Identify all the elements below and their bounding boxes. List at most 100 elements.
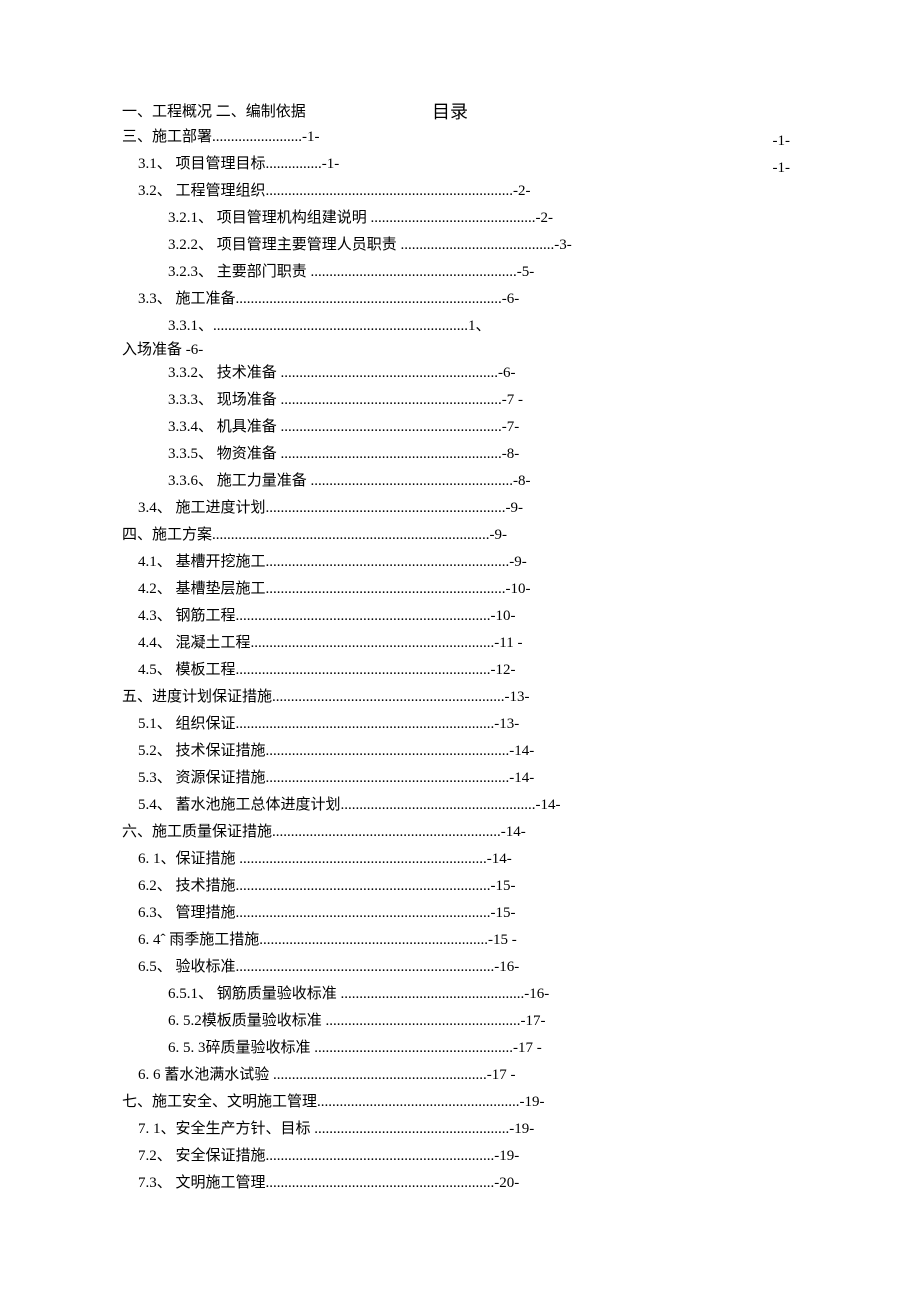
toc-line: 5.3、 资源保证措施.............................… xyxy=(122,765,790,792)
toc-page: -7 - xyxy=(502,392,523,408)
toc-line: 7. 1、安全生产方针、目标 .........................… xyxy=(122,1116,790,1143)
toc-page: -14- xyxy=(536,797,561,813)
toc-page: -1- xyxy=(302,129,320,145)
toc-line: 4.3、 钢筋工程...............................… xyxy=(122,603,790,630)
toc-dots: ........................................… xyxy=(212,527,490,543)
toc-label: 4.1、 基槽开挖施工 xyxy=(138,554,266,570)
toc-dots: ........................................… xyxy=(311,264,517,280)
toc-dots: ........................................… xyxy=(281,365,499,381)
toc-label: 3.3.3、 现场准备 xyxy=(168,392,281,408)
toc-page: -13- xyxy=(494,716,519,732)
toc-line: 4.5、 模板工程...............................… xyxy=(122,657,790,684)
toc-line: 6.2、 技术措施...............................… xyxy=(122,873,790,900)
toc-dots: ........................................… xyxy=(259,932,488,948)
toc-label: 7.3、 文明施工管理 xyxy=(138,1175,266,1191)
toc-label: 3.3.2、 技术准备 xyxy=(168,365,281,381)
toc-page: -9- xyxy=(506,500,524,516)
toc-page: -13- xyxy=(505,689,530,705)
toc-dots: ............... xyxy=(266,156,322,172)
toc-line: 3.2.1、 项目管理机构组建说明 ......................… xyxy=(122,205,790,232)
toc-dots: ........................................… xyxy=(236,959,495,975)
title-center-text: 目录 xyxy=(432,100,468,124)
toc-line: 3.3.4、 机具准备 ............................… xyxy=(122,414,790,441)
toc-container: 三、施工部署........................-1-3.1、 项目… xyxy=(122,124,790,1197)
toc-dots: ........................................… xyxy=(239,851,487,867)
toc-page: -2- xyxy=(513,183,531,199)
toc-dots: ........................................… xyxy=(341,797,536,813)
toc-dots: ........................................… xyxy=(213,318,468,334)
toc-label: 入场准备 -6- xyxy=(122,342,203,358)
toc-line: 3.3.2、 技术准备 ............................… xyxy=(122,360,790,387)
toc-page: -17 - xyxy=(513,1040,542,1056)
toc-label: 6. 5. 3碎质量验收标准 xyxy=(168,1040,314,1056)
toc-label: 3.3.4、 机具准备 xyxy=(168,419,281,435)
toc-dots: ........................................… xyxy=(266,1175,495,1191)
toc-label: 六、施工质量保证措施 xyxy=(122,824,272,840)
toc-label: 6.2、 技术措施 xyxy=(138,878,236,894)
toc-label: 6. 1、保证措施 xyxy=(138,851,239,867)
toc-page: -6- xyxy=(498,365,516,381)
toc-page: -17- xyxy=(521,1013,546,1029)
toc-label: 4.4、 混凝土工程 xyxy=(138,635,251,651)
toc-page: -6- xyxy=(502,291,520,307)
toc-line: 七、施工安全、文明施工管理...........................… xyxy=(122,1089,790,1116)
toc-dots: ........................................… xyxy=(266,581,506,597)
toc-page: -19- xyxy=(494,1148,519,1164)
toc-line: 3.2.2、 项目管理主要管理人员职责 ....................… xyxy=(122,232,790,259)
toc-line: 六、施工质量保证措施..............................… xyxy=(122,819,790,846)
toc-label: 3.3.1、 xyxy=(168,318,213,334)
toc-line: 3.3.3、 现场准备 ............................… xyxy=(122,387,790,414)
toc-dots: ........................................… xyxy=(341,986,525,1002)
toc-line: 6. 6 蓄水池满水试验 ...........................… xyxy=(122,1062,790,1089)
toc-dots: ........................................… xyxy=(251,635,495,651)
toc-label: 6. 5.2模板质量验收标准 xyxy=(168,1013,326,1029)
toc-page: -15- xyxy=(491,878,516,894)
toc-label: 7. 1、安全生产方针、目标 xyxy=(138,1121,314,1137)
toc-dots: ........................................… xyxy=(266,554,510,570)
toc-dots: ........................................… xyxy=(236,291,502,307)
toc-dots: ........................................… xyxy=(266,743,510,759)
toc-page: 1、 xyxy=(468,318,491,334)
toc-page: -19- xyxy=(509,1121,534,1137)
toc-label: 5.4、 蓄水池施工总体进度计划 xyxy=(138,797,341,813)
toc-dots: ........................................… xyxy=(401,237,555,253)
toc-page: -11 - xyxy=(494,635,522,651)
toc-dots: ........................................… xyxy=(266,1148,495,1164)
toc-page: -17 - xyxy=(487,1067,516,1083)
toc-label: 3.1、 项目管理目标 xyxy=(138,156,266,172)
toc-dots: ........................................… xyxy=(272,824,501,840)
toc-label: 3.3.6、 施工力量准备 xyxy=(168,473,311,489)
toc-label: 3.2.2、 项目管理主要管理人员职责 xyxy=(168,237,401,253)
toc-page: -2- xyxy=(536,210,554,226)
toc-dots: ........................ xyxy=(212,129,302,145)
toc-line: 3.1、 项目管理目标...............-1- xyxy=(122,151,790,178)
toc-line: 3.3.5、 物资准备 ............................… xyxy=(122,441,790,468)
toc-page: -14- xyxy=(509,770,534,786)
toc-label: 3.2.1、 项目管理机构组建说明 xyxy=(168,210,371,226)
toc-page: -10- xyxy=(506,581,531,597)
toc-page: -5- xyxy=(517,264,535,280)
toc-dots: ........................................… xyxy=(266,770,510,786)
toc-page: -16- xyxy=(524,986,549,1002)
toc-page: -16- xyxy=(494,959,519,975)
toc-dots: ........................................… xyxy=(236,662,491,678)
toc-label: 七、施工安全、文明施工管理 xyxy=(122,1094,317,1110)
document-page: 一、工程概况 二、编制依据 目录 -1- -1- 三、施工部署.........… xyxy=(0,0,920,1301)
toc-dots: ........................................… xyxy=(281,392,502,408)
toc-label: 4.2、 基槽垫层施工 xyxy=(138,581,266,597)
toc-line: 5.2、 技术保证措施.............................… xyxy=(122,738,790,765)
title-line: 一、工程概况 二、编制依据 目录 xyxy=(122,100,790,124)
toc-line: 3.2.3、 主要部门职责 ..........................… xyxy=(122,259,790,286)
toc-label: 4.3、 钢筋工程 xyxy=(138,608,236,624)
toc-line: 5.4、 蓄水池施工总体进度计划........................… xyxy=(122,792,790,819)
toc-label: 6.3、 管理措施 xyxy=(138,905,236,921)
toc-dots: ........................................… xyxy=(273,1067,487,1083)
toc-dots: ........................................… xyxy=(236,716,495,732)
toc-label: 5.2、 技术保证措施 xyxy=(138,743,266,759)
toc-line: 3.3.6、 施工力量准备 ..........................… xyxy=(122,468,790,495)
toc-line: 6.3、 管理措施...............................… xyxy=(122,900,790,927)
toc-line: 五、进度计划保证措施..............................… xyxy=(122,684,790,711)
toc-page: -19- xyxy=(520,1094,545,1110)
toc-line: 4.1、 基槽开挖施工.............................… xyxy=(122,549,790,576)
toc-line: 3.4、 施工进度计划.............................… xyxy=(122,495,790,522)
